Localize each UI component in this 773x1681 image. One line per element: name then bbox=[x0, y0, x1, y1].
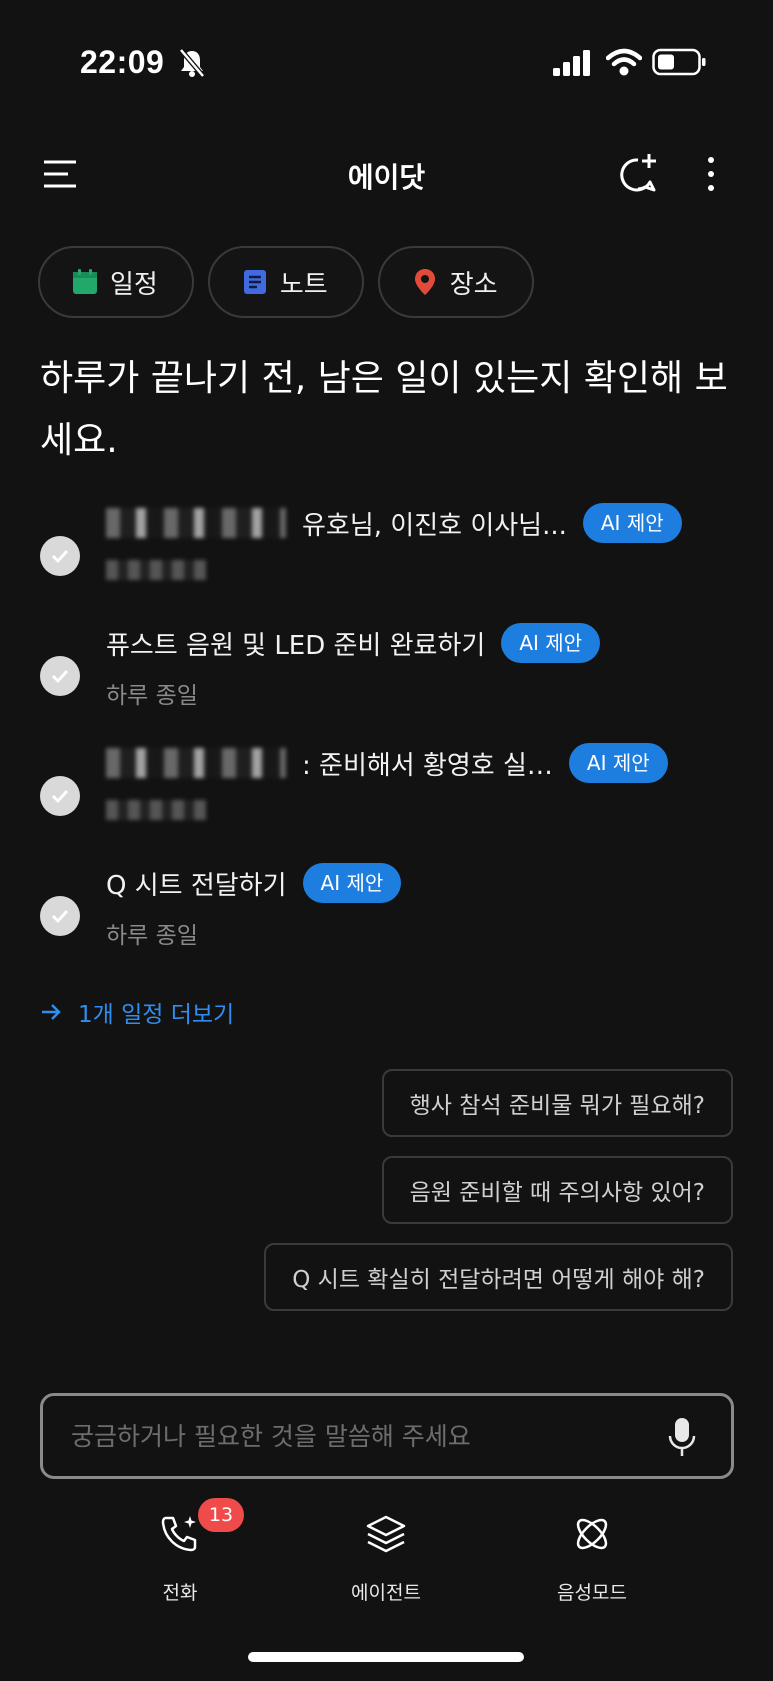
chip-label: 노트 bbox=[279, 269, 328, 300]
layers-icon bbox=[366, 1515, 406, 1553]
task-item[interactable]: 유호님, 이진호 이사님... AI 제안 bbox=[40, 500, 760, 600]
notification-badge: 13 bbox=[198, 1498, 244, 1532]
check-icon bbox=[51, 549, 69, 564]
chip-place[interactable]: 장소 bbox=[377, 246, 534, 318]
task-title: 유호님, 이진호 이사님... bbox=[302, 510, 567, 541]
battery-icon bbox=[652, 48, 706, 76]
summary-headline: 하루가 끝나기 전, 남은 일이 있는지 확인해 보세요. bbox=[40, 358, 728, 461]
redacted-text bbox=[106, 748, 286, 778]
task-item[interactable]: 퓨스트 음원 및 LED 준비 완료하기 AI 제안 하루 종일 bbox=[40, 620, 760, 720]
redacted-text bbox=[106, 559, 206, 580]
location-pin-icon bbox=[414, 269, 435, 295]
ai-suggestion-badge[interactable]: AI 제안 bbox=[302, 863, 402, 903]
orbit-icon bbox=[576, 1518, 608, 1550]
more-options-icon[interactable] bbox=[700, 154, 722, 194]
more-link-label: 1개 일정 더보기 bbox=[78, 1002, 235, 1028]
task-subtitle: 하루 종일 bbox=[106, 683, 198, 709]
suggested-question[interactable]: 음원 준비할 때 주의사항 있어? bbox=[381, 1156, 733, 1224]
ai-suggestion-badge[interactable]: AI 제안 bbox=[501, 623, 601, 663]
nav-voice-mode[interactable]: 음성모드 bbox=[512, 1512, 672, 1605]
chip-label: 장소 bbox=[449, 269, 498, 300]
ai-suggestion-badge[interactable]: AI 제안 bbox=[568, 743, 668, 783]
more-schedules-link[interactable]: 1개 일정 더보기 bbox=[40, 995, 234, 1029]
ai-suggestion-badge[interactable]: AI 제안 bbox=[582, 503, 682, 543]
task-item[interactable]: : 준비해서 황영호 실… AI 제안 bbox=[40, 740, 760, 840]
calendar-icon bbox=[73, 269, 97, 294]
task-subtitle: 하루 종일 bbox=[106, 923, 198, 949]
task-checkbox[interactable] bbox=[40, 776, 80, 816]
arrow-right-icon bbox=[42, 1004, 61, 1020]
nav-agent[interactable]: 에이전트 bbox=[306, 1512, 466, 1605]
quick-filter-chips: 일정 노트 장소 bbox=[38, 246, 534, 318]
redacted-text bbox=[106, 799, 206, 820]
task-checkbox[interactable] bbox=[40, 896, 80, 936]
cellular-signal-icon bbox=[553, 50, 590, 76]
chip-schedule[interactable]: 일정 bbox=[38, 246, 194, 318]
app-header: 에이닷 bbox=[0, 140, 773, 210]
chat-input[interactable] bbox=[71, 1414, 631, 1458]
redacted-text bbox=[106, 508, 286, 538]
check-icon bbox=[51, 789, 69, 804]
task-subtitle bbox=[106, 556, 206, 582]
task-subtitle bbox=[106, 796, 206, 822]
new-chat-icon[interactable] bbox=[616, 152, 660, 196]
bell-muted-icon bbox=[179, 48, 205, 78]
check-icon bbox=[51, 669, 69, 684]
wifi-icon bbox=[606, 48, 642, 76]
nav-label: 음성모드 bbox=[557, 1582, 627, 1604]
task-title: 퓨스트 음원 및 LED 준비 완료하기 bbox=[106, 630, 486, 661]
task-title: Q 시트 전달하기 bbox=[106, 870, 287, 901]
suggested-question[interactable]: Q 시트 확실히 전달하려면 어떻게 해야 해? bbox=[264, 1243, 733, 1311]
chat-input-box bbox=[40, 1393, 734, 1479]
chip-note[interactable]: 노트 bbox=[207, 246, 364, 318]
nav-label: 전화 bbox=[162, 1582, 198, 1604]
chip-label: 일정 bbox=[110, 269, 158, 300]
suggested-question[interactable]: 행사 참석 준비물 뭐가 필요해? bbox=[381, 1069, 733, 1137]
phone-sparkle-icon bbox=[161, 1516, 197, 1552]
check-icon bbox=[51, 909, 69, 924]
note-icon bbox=[243, 270, 266, 294]
nav-label: 에이전트 bbox=[351, 1582, 421, 1604]
task-item[interactable]: Q 시트 전달하기 AI 제안 하루 종일 bbox=[40, 860, 760, 960]
task-title: : 준비해서 황영호 실… bbox=[302, 750, 553, 781]
microphone-icon[interactable] bbox=[667, 1416, 697, 1458]
task-checkbox[interactable] bbox=[40, 536, 80, 576]
task-checkbox[interactable] bbox=[40, 656, 80, 696]
status-bar: 22:09 bbox=[0, 0, 773, 130]
home-indicator bbox=[248, 1652, 524, 1662]
status-time: 22:09 bbox=[80, 44, 165, 80]
